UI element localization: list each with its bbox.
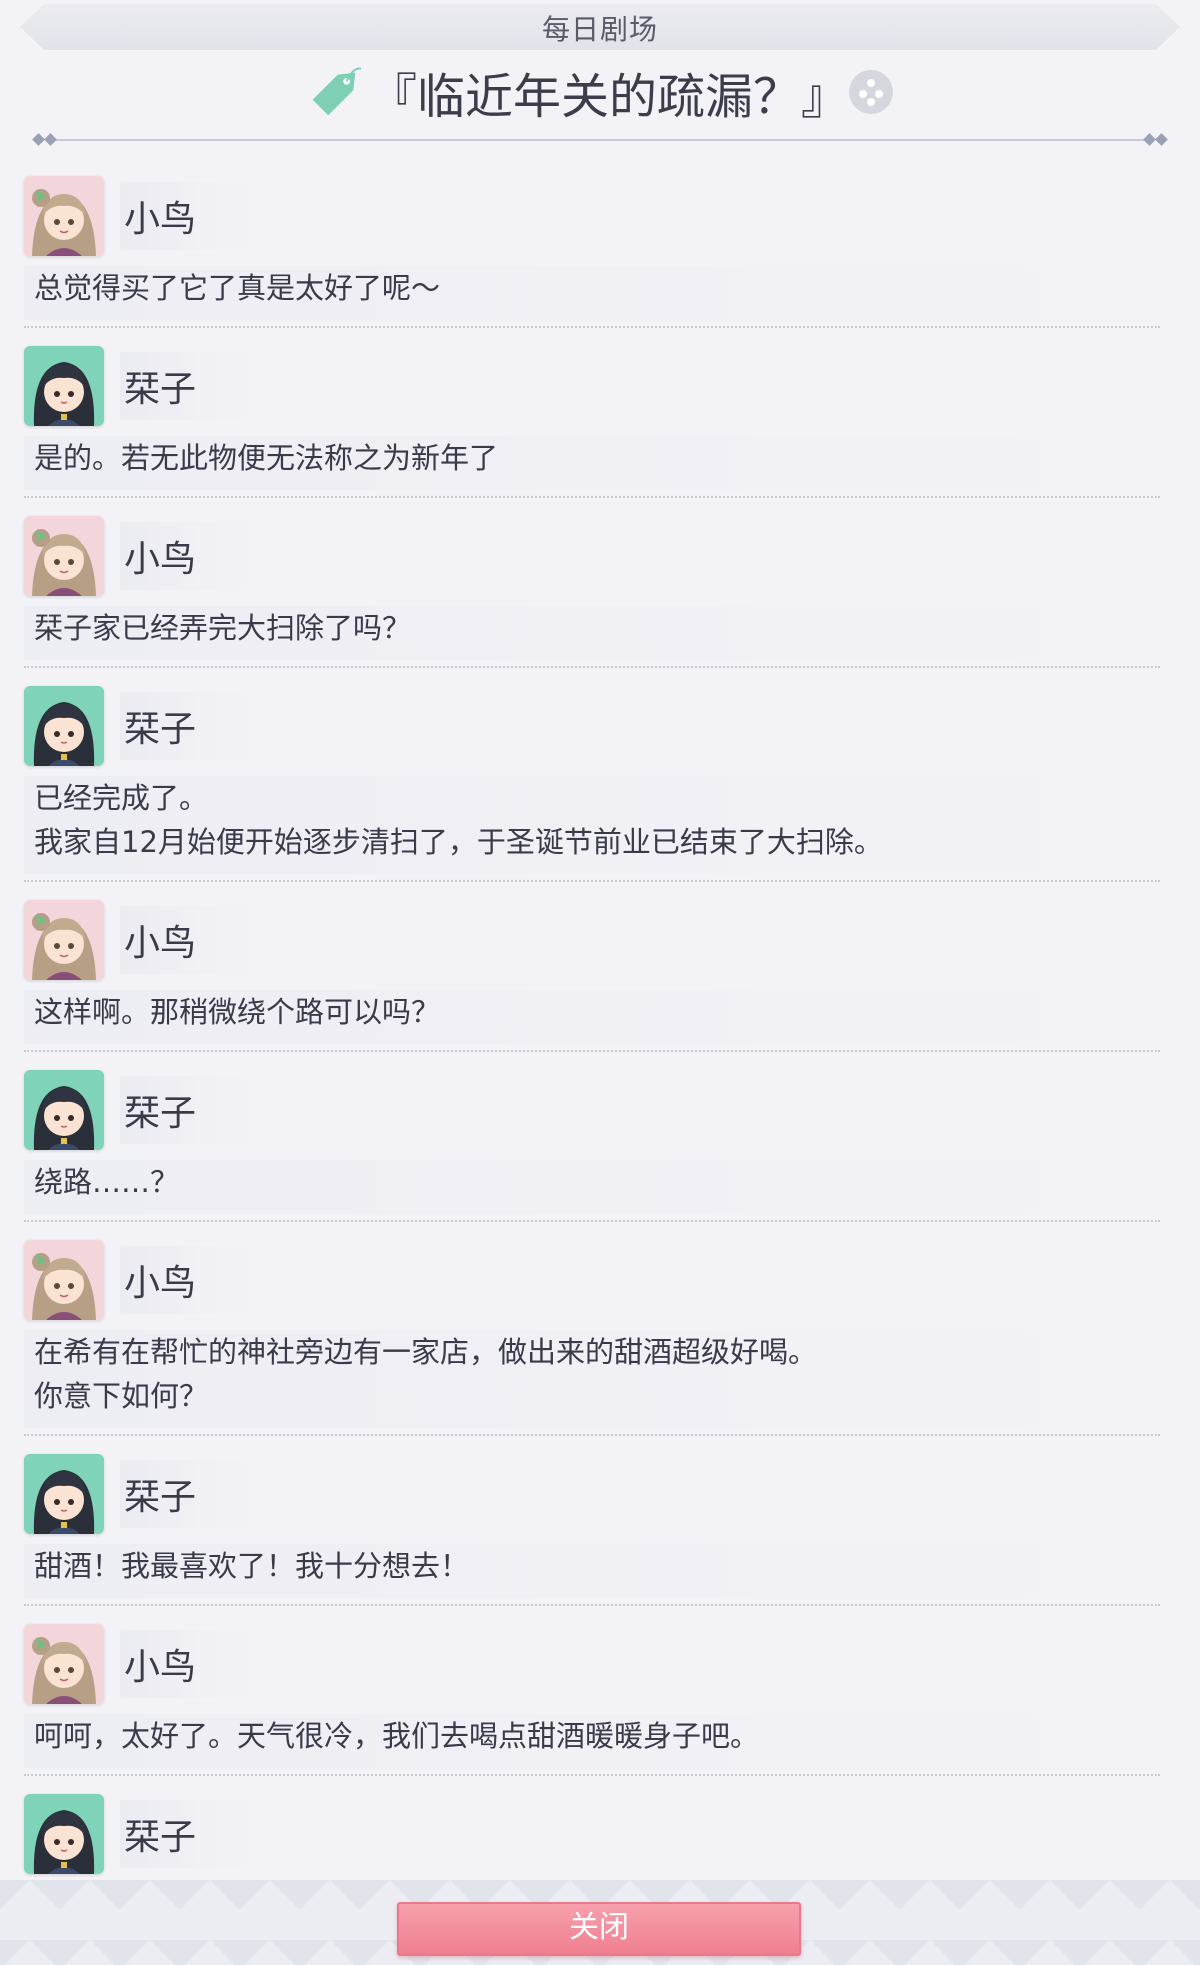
kotori-avatar-art: [24, 1240, 104, 1320]
dialogue-line: 在希有在帮忙的神社旁边有一家店，做出来的甜酒超级好喝。: [34, 1335, 818, 1369]
dialogue-text: 这样啊。那稍微绕个路可以吗？: [24, 990, 1160, 1044]
dialogue-header: 栞子: [24, 1444, 1160, 1544]
dotted-divider: [24, 880, 1160, 882]
kotori-avatar-art: [24, 176, 104, 256]
dialogue-text: 在希有在帮忙的神社旁边有一家店，做出来的甜酒超级好喝。 你意下如何？: [24, 1330, 1160, 1428]
speaker-name: 栞子: [120, 1076, 257, 1144]
dotted-divider: [24, 1050, 1160, 1052]
dialogue-header: 小鸟: [24, 506, 1160, 606]
dialogue-entry: 小鸟栞子家已经弄完大扫除了吗？: [24, 506, 1160, 668]
dotted-divider: [24, 666, 1160, 668]
shioriko-avatar: [24, 346, 104, 426]
shioriko-avatar: [24, 1454, 104, 1534]
kotori-avatar: [24, 516, 104, 596]
page-title: 『临近年关的疏漏？』: [368, 69, 849, 125]
title-row: 『临近年关的疏漏？』: [0, 52, 1200, 132]
kotori-avatar: [24, 900, 104, 980]
dialogue-entry: 小鸟总觉得买了它了真是太好了呢～: [24, 166, 1160, 328]
kotori-avatar-art: [24, 1624, 104, 1704]
dialogue-text: 已经完成了。我家自12月始便开始逐步清扫了，于圣诞节前业已结束了大扫除。: [24, 776, 1160, 874]
dotted-divider: [24, 1774, 1160, 1776]
dialogue-header: 小鸟: [24, 1230, 1160, 1330]
speaker-name: 小鸟: [120, 906, 257, 974]
dialogue-entry: 栞子甜酒！我最喜欢了！我十分想去！: [24, 1444, 1160, 1606]
dotted-divider: [24, 496, 1160, 498]
speaker-name: 小鸟: [120, 1630, 257, 1698]
dialogue-line: 我家自12月始便开始逐步清扫了，于圣诞节前业已结束了大扫除。: [34, 825, 883, 859]
flower-icon: [849, 70, 893, 114]
dialogue-text: 甜酒！我最喜欢了！我十分想去！: [24, 1544, 1160, 1598]
dialogue-entry: 栞子绕路……？: [24, 1060, 1160, 1222]
dialogue-line: 栞子家已经弄完大扫除了吗？: [34, 611, 412, 645]
close-button[interactable]: 关闭: [397, 1902, 801, 1956]
dialogue-line: 这样啊。那稍微绕个路可以吗？: [34, 995, 441, 1029]
dialogue-text: 呵呵，太好了。天气很冷，我们去喝点甜酒暖暖身子吧。: [24, 1714, 1160, 1768]
dialogue-line: 绕路……？: [34, 1165, 180, 1199]
speaker-name: 小鸟: [120, 182, 257, 250]
dialogue-text: 栞子家已经弄完大扫除了吗？: [24, 606, 1160, 660]
dialogue-header: 栞子: [24, 1784, 1160, 1884]
shioriko-avatar-art: [24, 686, 104, 766]
dialogue-header: 栞子: [24, 676, 1160, 776]
dialogue-text: 总觉得买了它了真是太好了呢～: [24, 266, 1160, 320]
dialogue-line: 总觉得买了它了真是太好了呢～: [34, 271, 441, 305]
dialogue-entry: 栞子是的。若无此物便无法称之为新年了: [24, 336, 1160, 498]
dialogue-header: 栞子: [24, 1060, 1160, 1160]
kotori-avatar: [24, 1240, 104, 1320]
dialogue-list[interactable]: 小鸟 总觉得买了它了真是太好了呢～ 栞子 是的。若无此物便无法称之为新年了 小鸟 栞子家已…: [24, 166, 1160, 1954]
shioriko-avatar: [24, 686, 104, 766]
kotori-avatar: [24, 1624, 104, 1704]
dotted-divider: [24, 326, 1160, 328]
dialogue-header: 栞子: [24, 336, 1160, 436]
dialogue-line: 甜酒！我最喜欢了！我十分想去！: [34, 1549, 470, 1583]
speaker-name: 栞子: [120, 692, 257, 760]
dotted-divider: [24, 1220, 1160, 1222]
header-label: 每日剧场: [541, 13, 658, 46]
tag-icon: [312, 67, 362, 116]
dialogue-text: 绕路……？: [24, 1160, 1160, 1214]
kotori-avatar: [24, 176, 104, 256]
dialogue-entry: 小鸟这样啊。那稍微绕个路可以吗？: [24, 890, 1160, 1052]
shioriko-avatar-art: [24, 346, 104, 426]
shioriko-avatar-art: [24, 1794, 104, 1874]
dialogue-header: 小鸟: [24, 890, 1160, 990]
speaker-name: 小鸟: [120, 522, 257, 590]
dialogue-entry: 栞子已经完成了。我家自12月始便开始逐步清扫了，于圣诞节前业已结束了大扫除。: [24, 676, 1160, 882]
shioriko-avatar: [24, 1794, 104, 1874]
dialogue-line: 你意下如何？: [34, 1379, 209, 1413]
dialogue-header: 小鸟: [24, 166, 1160, 266]
dialogue-line: 是的。若无此物便无法称之为新年了: [34, 441, 499, 475]
title-divider: [32, 133, 1168, 146]
dialogue-header: 小鸟: [24, 1614, 1160, 1714]
speaker-name: 栞子: [120, 352, 257, 420]
dotted-divider: [24, 1604, 1160, 1606]
speaker-name: 栞子: [120, 1800, 257, 1868]
kotori-avatar-art: [24, 900, 104, 980]
dialogue-entry: 小鸟在希有在帮忙的神社旁边有一家店，做出来的甜酒超级好喝。 你意下如何？: [24, 1230, 1160, 1436]
speaker-name: 小鸟: [120, 1246, 257, 1314]
speaker-name: 栞子: [120, 1460, 257, 1528]
dialogue-text: 是的。若无此物便无法称之为新年了: [24, 436, 1160, 490]
dialogue-line: 呵呵，太好了。天气很冷，我们去喝点甜酒暖暖身子吧。: [34, 1719, 760, 1753]
dialogue-entry: 小鸟呵呵，太好了。天气很冷，我们去喝点甜酒暖暖身子吧。: [24, 1614, 1160, 1776]
shioriko-avatar: [24, 1070, 104, 1150]
dialogue-line: 已经完成了。: [34, 781, 209, 815]
shioriko-avatar-art: [24, 1454, 104, 1534]
shioriko-avatar-art: [24, 1070, 104, 1150]
dotted-divider: [24, 1434, 1160, 1436]
kotori-avatar-art: [24, 516, 104, 596]
